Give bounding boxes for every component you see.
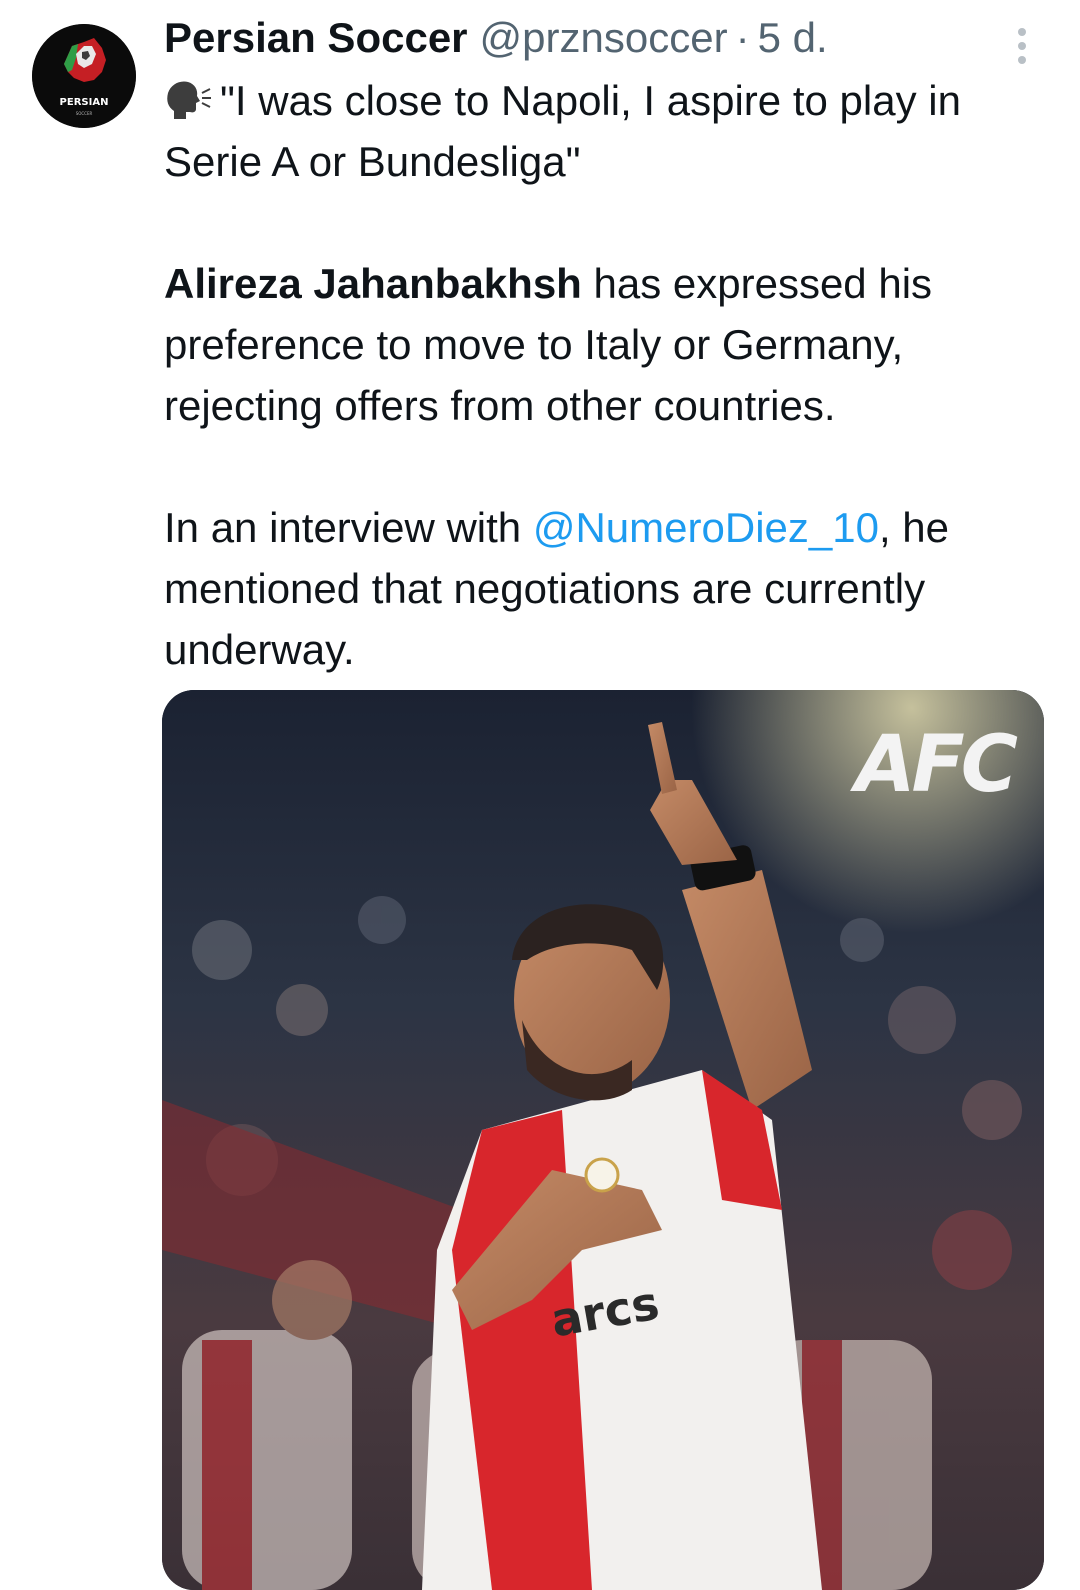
afc-watermark: AFC: [855, 720, 1018, 810]
separator-dot: ·: [735, 14, 750, 61]
persian-soccer-logo-icon: PERSIAN SOCCER: [32, 24, 136, 128]
quote-paragraph: "I was close to Napoli, I aspire to play…: [164, 70, 1044, 192]
speaking-head-icon: [167, 81, 211, 119]
player-paragraph: Alireza Jahanbakhsh has expressed his pr…: [164, 253, 1044, 436]
quote-text: "I was close to Napoli, I aspire to play…: [164, 77, 961, 185]
tweet[interactable]: PERSIAN SOCCER Persian Soccer @prznsocce…: [0, 0, 1080, 1590]
player-name: Alireza Jahanbakhsh: [164, 260, 582, 307]
timestamp[interactable]: 5 d.: [758, 14, 828, 62]
mention-link[interactable]: @NumeroDiez_10: [533, 504, 879, 551]
avatar-logo-subtext: SOCCER: [76, 111, 93, 116]
tweet-header: Persian Soccer @prznsoccer · 5 d.: [164, 14, 828, 70]
interview-text-start: In an interview with: [164, 504, 533, 551]
avatar[interactable]: PERSIAN SOCCER: [32, 24, 136, 128]
more-dot: [1018, 56, 1026, 64]
tweet-text: "I was close to Napoli, I aspire to play…: [164, 70, 1044, 680]
tweet-media-image[interactable]: arcs AFC: [162, 690, 1044, 1590]
interview-paragraph: In an interview with @NumeroDiez_10, he …: [164, 497, 1044, 680]
more-vertical-icon: [1018, 28, 1026, 36]
user-handle[interactable]: @prznsoccer: [480, 14, 728, 62]
avatar-logo-text: PERSIAN: [60, 97, 109, 108]
player-photo: arcs: [162, 690, 1044, 1590]
display-name[interactable]: Persian Soccer: [164, 14, 468, 62]
more-options-button[interactable]: [1006, 26, 1038, 66]
more-dot: [1018, 42, 1026, 50]
watermark-text: AFC: [855, 720, 1018, 810]
